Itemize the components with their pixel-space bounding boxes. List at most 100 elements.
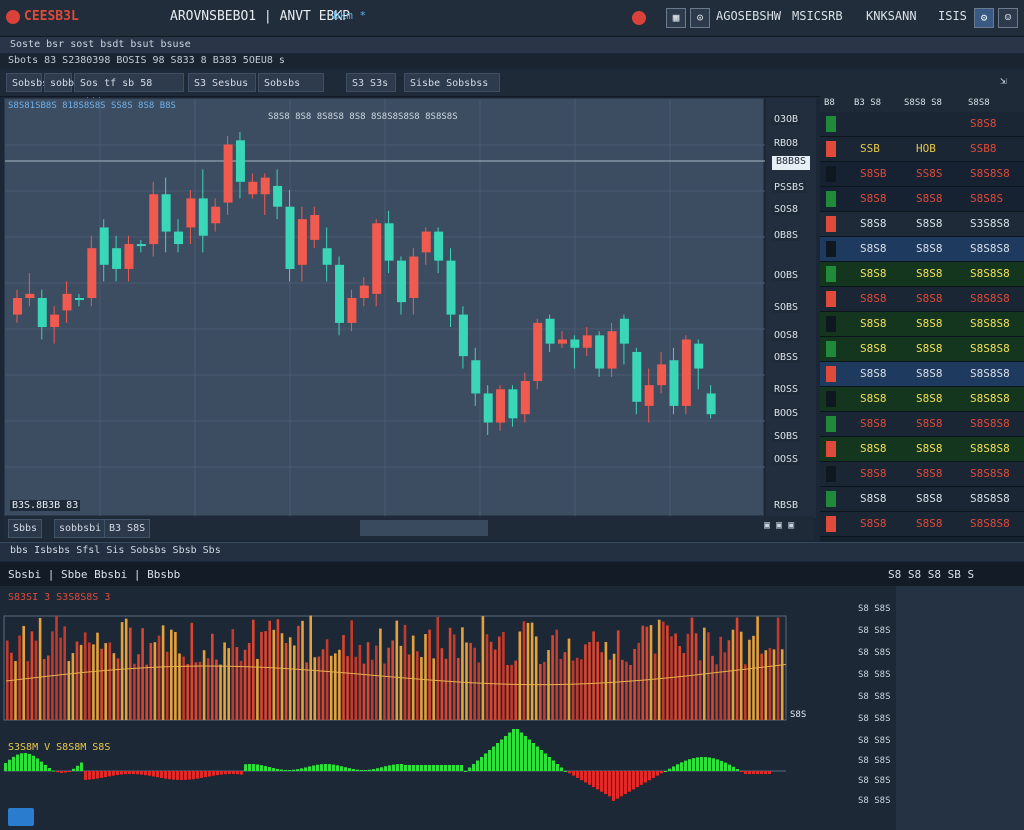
- volume-bar: [399, 645, 403, 720]
- volume-bar: [219, 664, 222, 720]
- candle-body: [50, 314, 60, 328]
- orderbook-row[interactable]: S8S8 S8S8 S8S8S8: [820, 362, 1024, 387]
- macd-bar: [732, 766, 735, 771]
- macd-bar: [124, 771, 127, 775]
- orderbook-cell: S8S8: [916, 292, 943, 305]
- orderbook-cell: S8S8: [916, 517, 943, 530]
- price-axis-label: O3OB: [772, 114, 801, 125]
- alert-icon[interactable]: [632, 11, 646, 25]
- toolbar-btn-4[interactable]: S3 Sesbus: [188, 73, 256, 92]
- orderbook-row[interactable]: S8S8: [820, 112, 1024, 137]
- macd-bar: [332, 764, 335, 771]
- orderbook-row[interactable]: S8SB SS8S S8S8S8: [820, 162, 1024, 187]
- macd-bar: [176, 771, 179, 780]
- toolbar-btn-7[interactable]: Sisbe Sobsbss: [404, 73, 500, 92]
- macd-bar: [476, 760, 479, 771]
- orderbook-cell: S8S8S8: [970, 267, 1010, 280]
- orderbook-row[interactable]: S8S8 S8S8 S8S8S8: [820, 387, 1024, 412]
- macd-bar: [248, 764, 251, 771]
- macd-bar: [456, 765, 459, 771]
- indicator-controls[interactable]: S8 S8 S8 SB S: [888, 568, 974, 581]
- volume-bar: [616, 630, 620, 720]
- toolbar-btn-1[interactable]: Sobsbs: [6, 73, 48, 92]
- volume-bar: [178, 653, 181, 720]
- volume-bar: [645, 626, 649, 720]
- depth-marker: [826, 466, 836, 482]
- volume-bar: [63, 626, 66, 720]
- orderbook-row[interactable]: S8S8 S8S8 S8S8S: [820, 187, 1024, 212]
- volume-bar: [280, 633, 284, 720]
- orderbook-row[interactable]: S8S8 S8S8 S8S8S8: [820, 237, 1024, 262]
- candle-body: [681, 339, 691, 406]
- orderbook-row[interactable]: S8S8 S8S8 S8S8S8: [820, 312, 1024, 337]
- menu-item-2[interactable]: MSICSRB: [792, 9, 843, 23]
- orderbook-cell: S8S8: [860, 392, 887, 405]
- macd-bar: [64, 771, 67, 773]
- macd-bar: [208, 771, 211, 777]
- indicator-label[interactable]: Sbsbi | Sbbe Bbsbi | Bbsbb: [8, 568, 180, 581]
- user-icon[interactable]: ☺: [998, 8, 1018, 28]
- candle-body: [260, 177, 270, 195]
- orderbook-row[interactable]: S8S8 S8S8 S8S8S8: [820, 412, 1024, 437]
- interval-btn-3[interactable]: B3 S8S: [104, 519, 151, 538]
- macd-bar: [752, 771, 755, 774]
- zoom-icons[interactable]: ▣ ▣ ▣: [764, 520, 794, 531]
- macd-scale-label: S8 S8S: [858, 776, 891, 786]
- volume-bar: [309, 615, 312, 720]
- pin-icon[interactable]: ⊙: [690, 8, 710, 28]
- orderbook-cell: S8S8S8: [970, 467, 1010, 480]
- orderbook-row[interactable]: S8S8 S8S8 S8S8S8: [820, 487, 1024, 512]
- chart-scrollbar[interactable]: [360, 520, 488, 536]
- orderbook-cell: S8S8: [860, 492, 887, 505]
- menu-item-4[interactable]: ISIS: [938, 9, 967, 23]
- macd-bar: [736, 769, 739, 771]
- grid-icon[interactable]: ▦: [666, 8, 686, 28]
- volume-bar: [313, 657, 317, 720]
- orderbook-cell: S8S8: [916, 442, 943, 455]
- orderbook-row[interactable]: S8S8 S8S8 S8S8S8: [820, 287, 1024, 312]
- macd-bar: [712, 758, 715, 771]
- app-logo[interactable]: CEESB3L: [24, 9, 79, 24]
- volume-bar: [420, 657, 423, 720]
- candle-body: [657, 364, 667, 386]
- orderbook-row[interactable]: S8S8 S8S8 S3S8S8: [820, 212, 1024, 237]
- volume-bar: [666, 625, 669, 720]
- settings-icon[interactable]: ⚙: [974, 8, 994, 28]
- macd-bar: [624, 771, 627, 794]
- orderbook-row[interactable]: S8S8 S8S8 S8S8S8: [820, 262, 1024, 287]
- volume-bar: [133, 663, 136, 720]
- macd-bar: [464, 771, 467, 772]
- volume-bar: [612, 653, 616, 720]
- lower-tab-labels[interactable]: bbs Isbsbs Sfsl Sis Sobsbs Sbsb Sbs: [10, 545, 221, 556]
- interval-btn-2[interactable]: sobbsbi: [54, 519, 107, 538]
- orderbook-row[interactable]: S8S8 S8S8 S8S8S8: [820, 512, 1024, 537]
- menu-item-1[interactable]: AGOSEBSHW: [716, 9, 781, 23]
- volume-bar: [198, 661, 202, 720]
- macd-bar: [676, 764, 679, 771]
- orderbook-cell: S8S8: [860, 192, 887, 205]
- toolbar-btn-5[interactable]: Sobsbs S3: [258, 73, 324, 108]
- macd-bar: [288, 769, 291, 771]
- volume-scale-label: S8 S8S: [858, 648, 891, 658]
- orderbook-row[interactable]: S8S8 S8S8 S8S8S8: [820, 337, 1024, 362]
- expand-icon[interactable]: ⇲: [1000, 74, 1007, 87]
- macd-bar: [644, 771, 647, 783]
- orderbook-row[interactable]: S8S8 S8S8 S8S8S8: [820, 462, 1024, 487]
- toolbar-btn-3[interactable]: Sos tf sb 58 Kbbbs: [74, 73, 184, 108]
- macd-bar: [704, 757, 707, 771]
- orderbook-row[interactable]: SSB HOB SSB8: [820, 137, 1024, 162]
- volume-bar: [481, 616, 485, 720]
- macd-bar: [500, 739, 503, 771]
- macd-bar: [168, 771, 171, 780]
- price-chart[interactable]: [4, 98, 765, 517]
- volume-bar: [223, 642, 226, 720]
- toolbar-btn-6[interactable]: S3 S3s: [346, 73, 396, 92]
- volume-bar: [744, 664, 747, 720]
- menu-item-3[interactable]: KNKSANN: [866, 9, 917, 23]
- macd-bar: [688, 759, 691, 771]
- toolbar-btn-2[interactable]: sobb: [44, 73, 74, 92]
- macd-bar: [612, 771, 615, 801]
- orderbook-row[interactable]: S8S8 S8S8 S8S8S8: [820, 437, 1024, 462]
- footer-action-button[interactable]: [8, 808, 34, 826]
- interval-btn-1[interactable]: Sbbs: [8, 519, 43, 538]
